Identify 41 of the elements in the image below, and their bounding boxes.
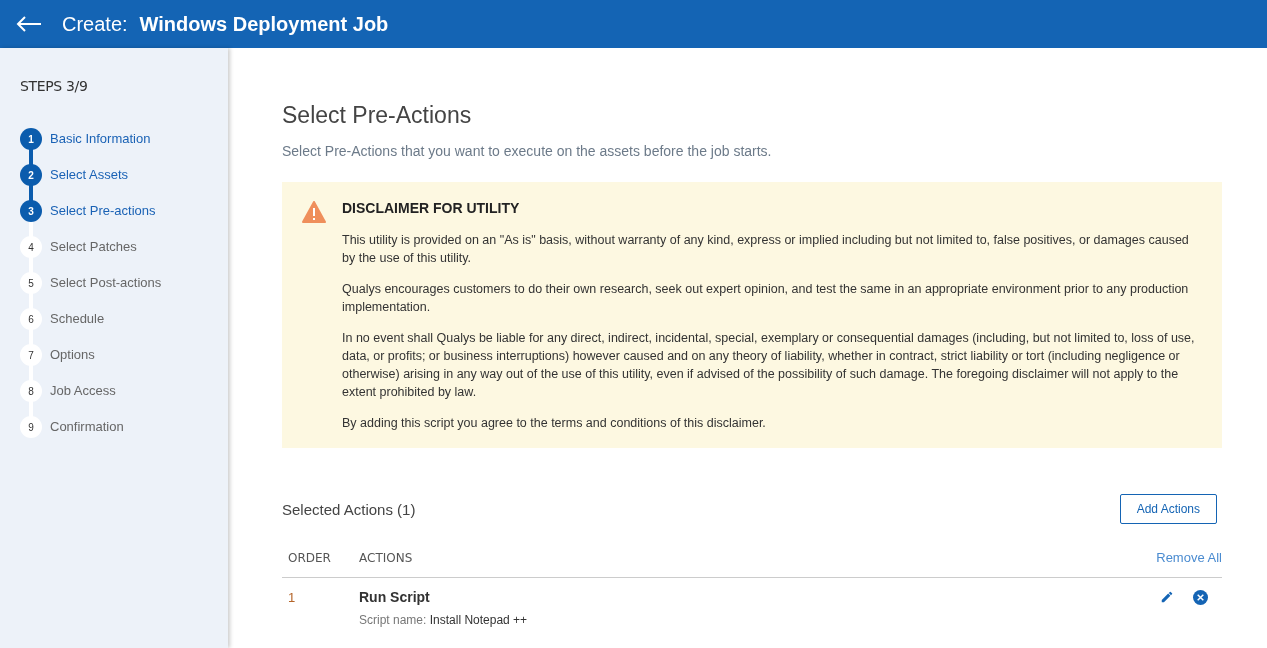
selected-actions-title: Selected Actions (1) <box>282 500 416 520</box>
disclaimer-paragraph: This utility is provided on an "As is" basis, without warranty of any kind, express or implied including but not limited to, false positives, or damages caused by the use of this utility. <box>342 231 1190 267</box>
disclaimer-paragraph: Qualys encourages customers to do their own research, seek out expert opinion, and test the same in an appropriate environment prior to any production implementation. <box>342 280 1190 316</box>
step-label[interactable]: Options <box>50 345 95 365</box>
column-header: ACTIONS <box>359 550 414 567</box>
steps-title: STEPS 3/9 <box>20 77 89 96</box>
step-label[interactable]: Select Post-actions <box>50 273 162 293</box>
disclaimer-paragraph: By adding this script you agree to the terms and conditions of this disclaimer. <box>342 414 767 432</box>
add-actions-button[interactable]: Add Actions <box>1119 493 1217 524</box>
step-label[interactable]: Select Pre-actions <box>50 201 156 221</box>
step-number: 2 <box>20 164 42 186</box>
disclaimer-paragraph: In no event shall Qualys be liable for any direct, indirect, incidental, special, exemplary or consequential damages (including, but not limited to, loss of use, data, or profits; or business interruptions) however caused and on any theory of liability, whether in contract, strict liability or tort (including negligence or otherwise) arising in any way out of the use of this utility, even if advised of the possibility of such damage. The foregoing disclaimer will not apply to the extent prohibited by law. <box>342 329 1196 401</box>
action-name: Run Script <box>359 587 431 607</box>
step-label[interactable]: Basic Information <box>50 129 151 149</box>
column-header: ORDER <box>287 550 332 567</box>
step-label[interactable]: Schedule <box>50 309 105 329</box>
page-header-prefix: Create: <box>62 12 128 37</box>
remove-all-link[interactable]: Remove All <box>1156 548 1222 568</box>
detail-label: Script name: <box>359 612 427 627</box>
detail-value: Install Notepad ++ <box>429 612 528 627</box>
step-number: 6 <box>20 308 42 330</box>
step-number: 9 <box>20 416 42 438</box>
page-title: Select Pre-Actions <box>282 101 473 130</box>
disclaimer-title: DISCLAIMER FOR UTILITY <box>342 198 521 218</box>
step-number: 8 <box>20 380 42 402</box>
step-number: 3 <box>20 200 42 222</box>
page-subtitle: Select Pre-Actions that you want to execute on the assets before the job starts. <box>282 141 773 161</box>
page-header-title: Windows Deployment Job <box>139 12 389 37</box>
remove-icon[interactable] <box>1193 589 1208 605</box>
back-arrow-icon[interactable] <box>16 16 42 32</box>
step-label[interactable]: Confirmation <box>50 417 124 437</box>
step-number: 5 <box>20 272 42 294</box>
order-cell-text: 1 <box>287 588 297 607</box>
step-number: 7 <box>20 344 42 366</box>
step-number: 4 <box>20 236 42 258</box>
step-label[interactable]: Select Assets <box>50 165 129 185</box>
step-label[interactable]: Select Patches <box>50 237 137 257</box>
step-label[interactable]: Job Access <box>50 381 116 401</box>
edit-pencil-icon[interactable] <box>1160 589 1174 604</box>
warning-icon <box>302 200 326 223</box>
step-number: 1 <box>20 128 42 150</box>
